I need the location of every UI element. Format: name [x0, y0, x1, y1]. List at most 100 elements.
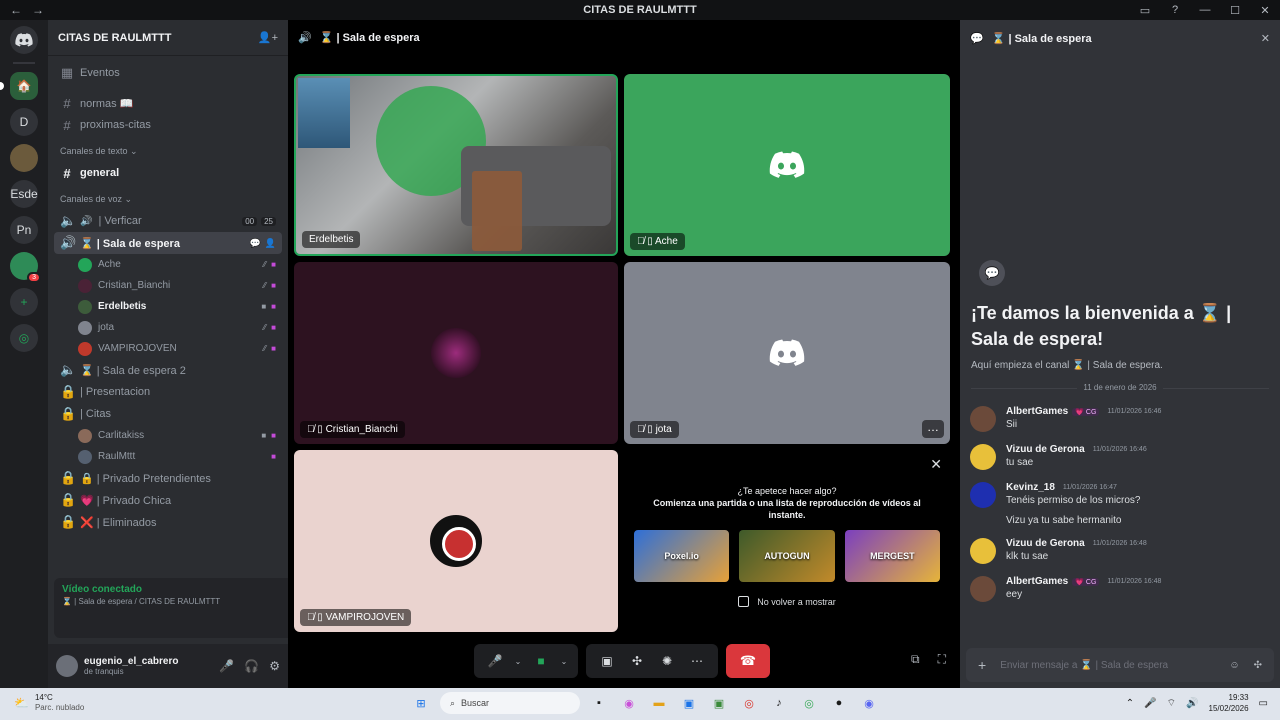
channel-privado-pretendientes[interactable]: 🔒 🔒 | Privado Pretendientes	[54, 467, 282, 489]
server-avatar[interactable]	[10, 144, 38, 172]
category-voice[interactable]: Canales de voz ⌄	[54, 188, 282, 210]
chat-message[interactable]: Vizuu de Gerona 11/01/2026 16:46 tu sae	[970, 444, 1270, 470]
help-icon[interactable]: ?	[1160, 4, 1190, 16]
chat-bubble-icon[interactable]: 💬	[250, 238, 261, 249]
disconnect-button[interactable]: ☎	[726, 644, 770, 678]
server-green[interactable]: 3	[10, 252, 41, 283]
author-avatar[interactable]	[970, 444, 996, 470]
close-chat-icon[interactable]: ✕	[1261, 32, 1270, 45]
add-member-icon[interactable]: 👤+	[258, 31, 278, 44]
headphones-icon[interactable]: 🎧	[244, 659, 259, 673]
back-arrow-icon[interactable]: ←	[10, 3, 22, 17]
channel-general[interactable]: # general	[54, 162, 282, 184]
mic-tray-icon[interactable]: 🎤	[1144, 698, 1156, 709]
github-icon[interactable]: ●	[828, 692, 850, 714]
app-icon[interactable]: ▣	[708, 692, 730, 714]
server-esde[interactable]: Esde	[10, 180, 38, 208]
channel-sala-de-espera-2[interactable]: 🔈 ⌛ | Sala de espera 2	[54, 359, 282, 381]
windows-start-icon[interactable]: ⊞	[410, 692, 432, 714]
inbox-icon[interactable]: ▭	[1130, 4, 1160, 17]
microphone-icon[interactable]: 🎤	[219, 659, 234, 673]
game-card-poxel[interactable]: Poxel.io	[634, 530, 730, 582]
minimize-button[interactable]: —	[1190, 4, 1220, 16]
emoji-icon[interactable]: ☺	[1229, 660, 1239, 671]
message-author[interactable]: AlbertGames	[1006, 406, 1068, 417]
user-avatar[interactable]	[56, 655, 78, 677]
voice-user-ache[interactable]: Ache ⁄⁄ ■	[54, 254, 282, 275]
channel-citas[interactable]: 🔒 | Citas	[54, 403, 282, 425]
share-screen-icon[interactable]: ▣	[594, 648, 620, 674]
settings-gear-icon[interactable]: ⚙	[269, 659, 280, 673]
more-icon[interactable]: ⋯	[684, 648, 710, 674]
message-author[interactable]: Kevinz_18	[1006, 482, 1055, 493]
server-d[interactable]: D	[10, 108, 38, 136]
wifi-icon[interactable]: ⌔	[1167, 697, 1176, 710]
server-pn[interactable]: Pn	[10, 216, 38, 244]
server-citas[interactable]: 🏠	[0, 72, 38, 100]
chrome-icon[interactable]: ◎	[738, 692, 760, 714]
author-avatar[interactable]	[970, 482, 996, 508]
more-options-button[interactable]: …	[922, 420, 944, 438]
copilot-icon[interactable]: ◉	[618, 692, 640, 714]
file-explorer-icon[interactable]: ▬	[648, 692, 670, 714]
chat-message[interactable]: AlbertGames 💗 CG 11/01/2026 16:46 Sii	[970, 406, 1270, 432]
chevron-down-icon[interactable]: ⌄	[558, 648, 570, 674]
discover-button[interactable]: ◎	[10, 324, 38, 352]
invite-icon[interactable]: 👤	[265, 238, 276, 249]
clock[interactable]: 19:33 15/02/2026	[1209, 692, 1249, 714]
message-input[interactable]: + Enviar mensaje a ⌛ | Sala de espera ☺ ✣	[966, 648, 1274, 682]
username[interactable]: eugenio_el_cabrero	[84, 656, 178, 667]
chat-message[interactable]: Vizuu de Gerona 11/01/2026 16:48 klk tu sa…	[970, 538, 1270, 564]
channel-eliminados[interactable]: 🔒 ❌ | Eliminados	[54, 511, 282, 533]
voice-user-jota[interactable]: jota ⁄⁄ ■	[54, 317, 282, 338]
channel-verify[interactable]: 🔈 🔊 | Verficar 00 25	[54, 210, 282, 232]
tiktok-icon[interactable]: ♪	[768, 692, 790, 714]
events-item[interactable]: ▦ Eventos	[54, 62, 282, 84]
close-window-button[interactable]: ✕	[1250, 4, 1280, 17]
channel-sala-de-espera[interactable]: 🔊 ⌛ | Sala de espera 💬 👤	[54, 232, 282, 254]
volume-icon[interactable]: 🔊	[1186, 698, 1198, 709]
dont-show-checkbox[interactable]	[738, 596, 750, 607]
game-card-autogun[interactable]: AUTOGUN	[739, 530, 835, 582]
voice-user-cristian_bianchi[interactable]: Cristian_Bianchi ⁄⁄ ■	[54, 275, 282, 296]
channel-normas[interactable]: # normas 📖	[54, 92, 282, 114]
voice-user-vampirojoven[interactable]: VAMPIROJOVEN ⁄⁄ ■	[54, 338, 282, 359]
forward-arrow-icon[interactable]: →	[32, 3, 44, 17]
message-author[interactable]: Vizuu de Gerona	[1006, 444, 1085, 455]
chat-message[interactable]: Kevinz_18 11/01/2026 16:47 Tenéis permiso …	[970, 482, 1270, 526]
soundboard-icon[interactable]: ✺	[654, 648, 680, 674]
video-tile-jota[interactable]: 🎙̸ ▯ jota …	[624, 262, 950, 444]
fullscreen-icon[interactable]: ⛶	[938, 652, 946, 667]
pop-out-icon[interactable]: ⧉	[911, 652, 920, 667]
chat-message[interactable]: AlbertGames 💗 CG 11/01/2026 16:48 eey	[970, 576, 1270, 602]
discord-home-button[interactable]	[10, 26, 38, 54]
voice-user-erdelbetis[interactable]: Erdelbetis ■ ■	[54, 296, 282, 317]
weather-widget[interactable]: ⛅ 14°C Parc. nublado	[14, 693, 84, 713]
close-icon[interactable]: ✕	[930, 456, 942, 473]
message-author[interactable]: AlbertGames	[1006, 576, 1068, 587]
voice-user-carlitakiss[interactable]: Carlitakiss ■ ■	[54, 425, 282, 446]
apps-icon[interactable]: ✣	[1254, 660, 1262, 671]
chevron-up-icon[interactable]: ⌃	[1126, 698, 1134, 709]
notifications-icon[interactable]: ▭	[1259, 698, 1268, 709]
activities-icon[interactable]: ✣	[624, 648, 650, 674]
maximize-button[interactable]: ☐	[1220, 4, 1250, 17]
game-card-mergest[interactable]: MERGEST	[844, 530, 940, 582]
chrome-alt-icon[interactable]: ◎	[798, 692, 820, 714]
message-placeholder[interactable]: Enviar mensaje a ⌛ | Sala de espera	[1000, 660, 1168, 671]
category-text[interactable]: Canales de texto ⌄	[54, 140, 282, 162]
video-tile-vampirojoven[interactable]: 🎙̸ ▯ VAMPIROJOVEN	[294, 450, 618, 632]
channel-proximas-citas[interactable]: # proximas-citas	[54, 114, 282, 136]
video-tile-ache[interactable]: 🎙̸ ▯ Ache	[624, 74, 950, 256]
channel-presentacion[interactable]: 🔒 | Presentacion	[54, 381, 282, 403]
author-avatar[interactable]	[970, 576, 996, 602]
video-tile-erdelbetis[interactable]: Erdelbetis	[294, 74, 618, 256]
author-avatar[interactable]	[970, 538, 996, 564]
channel-privado-chica[interactable]: 🔒 💗 | Privado Chica	[54, 489, 282, 511]
microphone-icon[interactable]: 🎤	[482, 648, 508, 674]
voice-location[interactable]: ⌛ | Sala de espera / CITAS DE RAULMTTT	[62, 597, 322, 606]
voice-user-raulmttt[interactable]: RaulMttt ■	[54, 446, 282, 467]
discord-taskbar-icon[interactable]: ◉	[858, 692, 880, 714]
author-avatar[interactable]	[970, 406, 996, 432]
taskbar-search[interactable]: ⌕ Buscar	[440, 692, 580, 714]
